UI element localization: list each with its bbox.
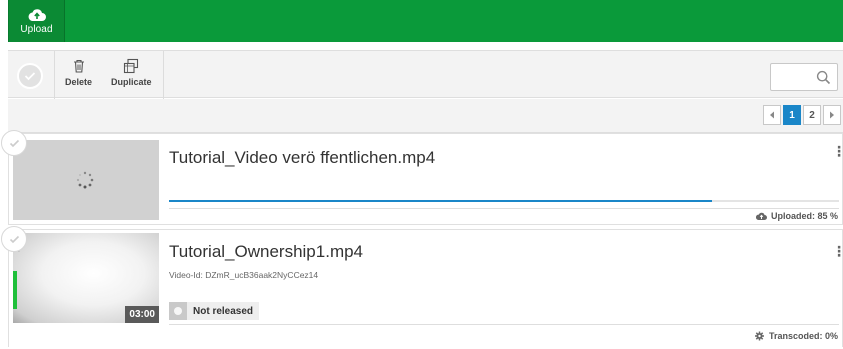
duplicate-label: Duplicate — [111, 77, 152, 87]
trash-icon — [73, 59, 84, 73]
delete-button[interactable]: Delete — [65, 55, 92, 87]
release-status-icon — [169, 302, 187, 320]
chevron-left-icon — [770, 111, 774, 119]
duplicate-icon — [124, 58, 139, 74]
check-icon — [9, 139, 19, 147]
more-options-icon[interactable]: ⋮ — [832, 244, 843, 258]
transcode-status: Transcoded: 0% — [754, 331, 838, 341]
video-thumbnail[interactable] — [13, 140, 159, 220]
circle-icon — [174, 307, 182, 315]
check-icon — [24, 72, 36, 81]
video-id: Video-Id: DZmR_ucB36aak2NyCCez14 — [169, 270, 319, 280]
select-video-checkbox[interactable] — [1, 130, 27, 156]
release-status-text: Not released — [193, 305, 254, 317]
video-thumbnail[interactable]: 03:00 — [13, 233, 159, 323]
card-divider — [169, 208, 839, 209]
page-1-button[interactable]: 1 — [783, 105, 801, 125]
transcode-status-text: Transcoded: 0% — [768, 331, 838, 341]
select-all-checkbox[interactable] — [17, 63, 43, 89]
upload-label: Upload — [20, 23, 53, 35]
gear-icon — [754, 331, 764, 341]
video-card[interactable]: 03:00 Tutorial_Ownership1.mp4 Video-Id: … — [1, 226, 843, 347]
toolbar-divider — [54, 51, 55, 99]
cloud-upload-icon — [28, 8, 46, 21]
cloud-upload-icon — [755, 212, 767, 220]
select-video-checkbox[interactable] — [1, 226, 27, 252]
card-divider — [169, 324, 839, 325]
video-card[interactable]: Tutorial_Video verö ffentlichen.mp4 ⋮ Up… — [1, 130, 843, 225]
upload-progress-fill — [169, 200, 712, 202]
page-2-button[interactable]: 2 — [803, 105, 821, 125]
video-duration: 03:00 — [125, 306, 159, 323]
next-page-button[interactable] — [823, 105, 841, 125]
release-status-badge[interactable]: Not released — [169, 302, 260, 320]
upload-button[interactable]: Upload — [9, 0, 65, 42]
loading-spinner-icon — [76, 171, 94, 189]
toolbar: Delete Duplicate — [8, 50, 843, 99]
prev-page-button[interactable] — [763, 105, 781, 125]
check-icon — [9, 235, 19, 243]
search-icon[interactable] — [816, 70, 831, 85]
delete-label: Delete — [65, 77, 93, 87]
top-bar: Upload — [8, 0, 843, 42]
pagination-bar: 1 2 — [8, 99, 843, 133]
upload-progress-bar — [169, 200, 839, 202]
chevron-right-icon — [830, 111, 834, 119]
upload-status: Uploaded: 85 % — [755, 211, 838, 221]
search-input[interactable] — [770, 63, 838, 91]
pagination: 1 2 — [761, 105, 841, 125]
toolbar-divider — [163, 51, 164, 99]
duplicate-button[interactable]: Duplicate — [111, 55, 152, 87]
upload-status-text: Uploaded: 85 % — [770, 211, 838, 221]
more-options-icon[interactable]: ⋮ — [832, 144, 843, 158]
thumbnail-accent — [13, 271, 17, 309]
video-title[interactable]: Tutorial_Video verö ffentlichen.mp4 — [169, 148, 435, 168]
video-title[interactable]: Tutorial_Ownership1.mp4 — [169, 242, 363, 262]
